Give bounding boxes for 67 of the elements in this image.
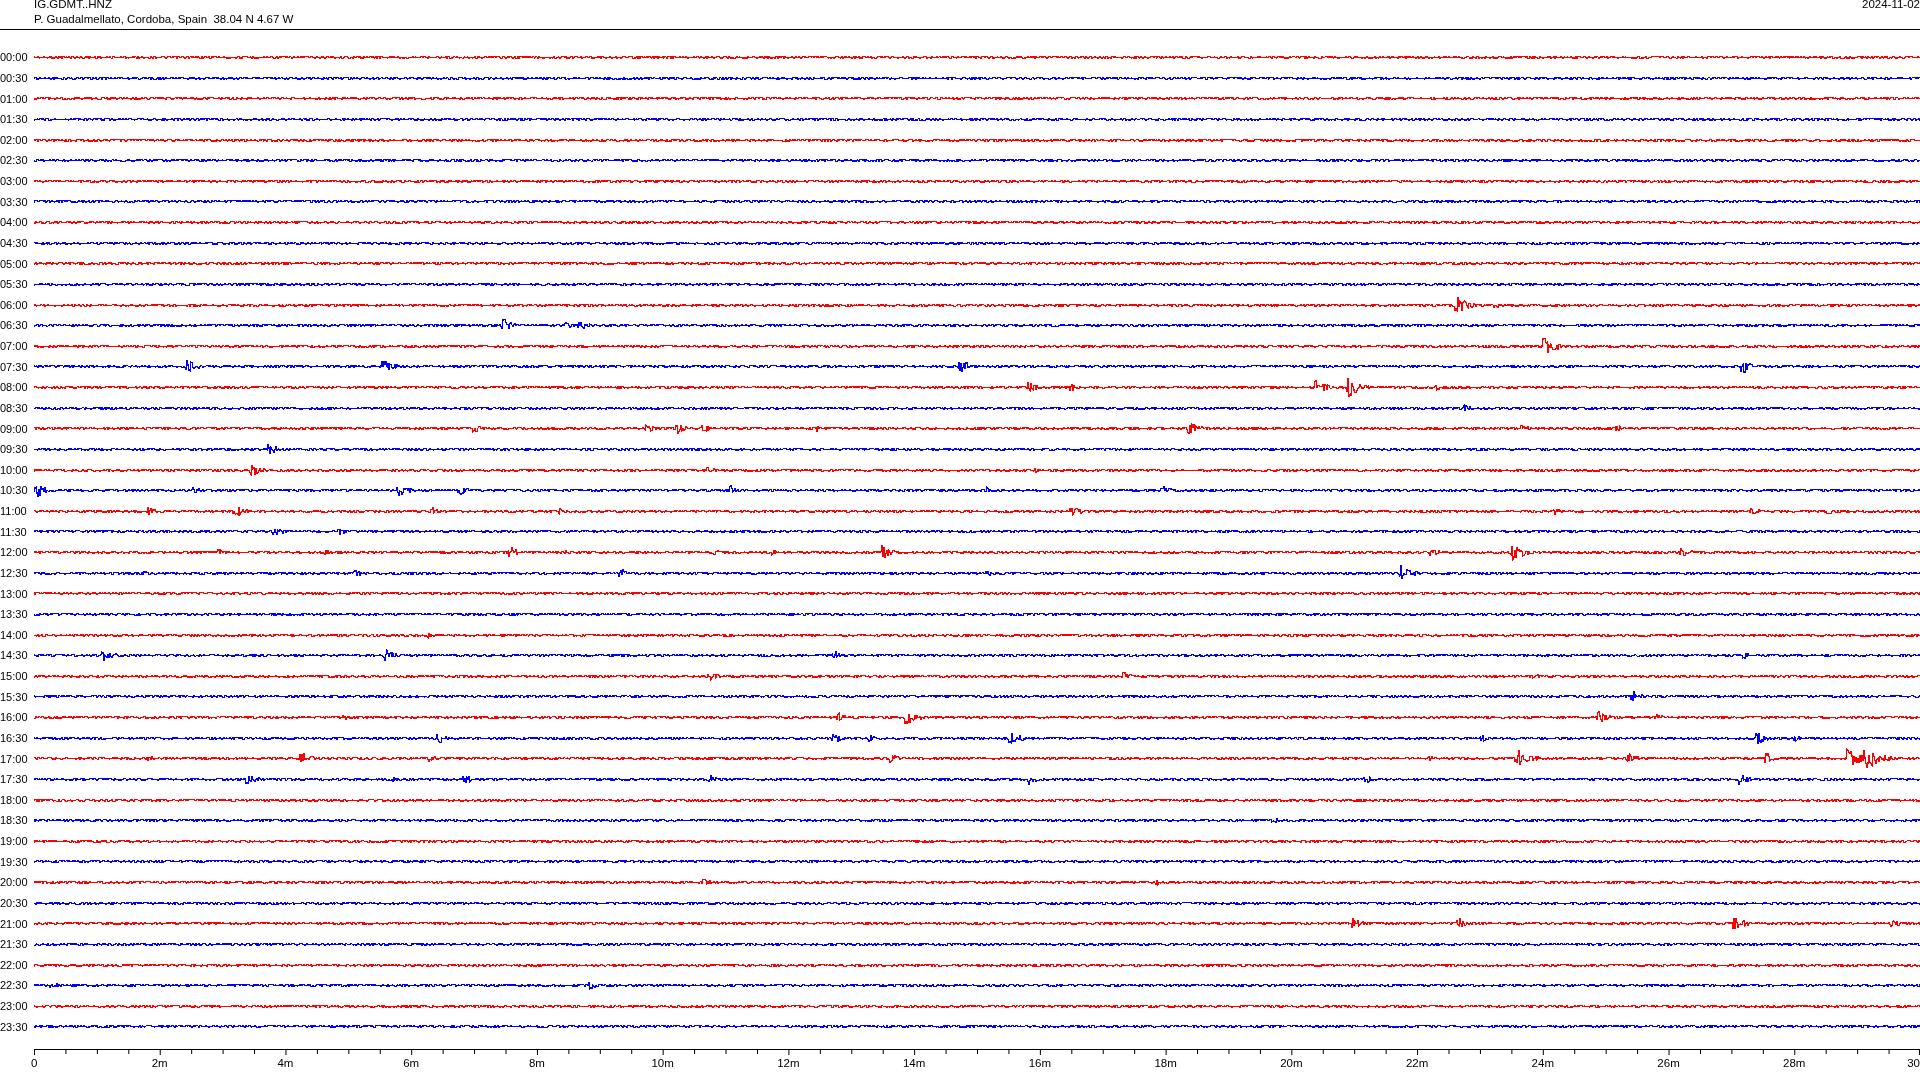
hour-label: 12:00 <box>0 546 29 559</box>
station-location: P. Guadalmellato, Cordoba, Spain 38.04 N 4.67 W <box>34 13 294 26</box>
axis-label: 26m <box>1657 1057 1680 1070</box>
hour-label: 10:30 <box>0 484 29 497</box>
axis-label: 28m <box>1783 1057 1806 1070</box>
hour-label: 23:00 <box>0 1000 29 1013</box>
hour-label: 19:30 <box>0 855 29 868</box>
axis-label: 30 <box>1907 1057 1920 1070</box>
hour-label: 06:30 <box>0 319 29 332</box>
axis-label: 18m <box>1154 1057 1177 1070</box>
hour-label: 16:00 <box>0 711 29 724</box>
hour-label: 17:30 <box>0 773 29 786</box>
axis-label: 2m <box>151 1057 168 1070</box>
hour-label: 14:30 <box>0 649 29 662</box>
axis-label: 6m <box>403 1057 420 1070</box>
hour-label: 07:00 <box>0 340 29 353</box>
hour-label: 17:00 <box>0 752 29 765</box>
hour-label: 18:00 <box>0 793 29 806</box>
hour-label: 08:30 <box>0 401 29 414</box>
hour-label: 21:00 <box>0 917 29 930</box>
hour-label: 21:30 <box>0 938 29 951</box>
axis-label: 14m <box>902 1057 926 1070</box>
hour-label: 23:30 <box>0 1020 29 1033</box>
axis-label: 10m <box>651 1057 674 1070</box>
hour-label: 07:30 <box>0 360 29 373</box>
station-code: IG.GDMT..HNZ <box>34 0 112 11</box>
hour-label: 06:00 <box>0 298 29 311</box>
hour-label: 05:30 <box>0 278 29 291</box>
hour-label: 15:30 <box>0 690 29 703</box>
hour-label: 16:30 <box>0 731 29 744</box>
hour-label: 19:00 <box>0 835 29 848</box>
hour-label: 09:00 <box>0 422 29 435</box>
axis-label: 0 <box>31 1057 38 1070</box>
hour-label: 00:00 <box>0 51 29 64</box>
date-label: 2024-11-02 <box>1862 0 1920 11</box>
hour-label: 13:30 <box>0 608 29 621</box>
hour-label: 00:30 <box>0 71 29 84</box>
hour-label: 12:30 <box>0 566 29 579</box>
hour-label: 04:30 <box>0 236 29 249</box>
hour-label: 03:00 <box>0 175 29 188</box>
hour-label: 22:00 <box>0 958 29 971</box>
hour-label: 01:30 <box>0 113 29 126</box>
hour-label: 13:00 <box>0 587 29 600</box>
axis-label: 8m <box>528 1057 545 1070</box>
hour-label: 20:00 <box>0 876 29 889</box>
axis-label: 20m <box>1280 1057 1303 1070</box>
hour-label: 14:00 <box>0 628 29 641</box>
hour-label: 08:00 <box>0 381 29 394</box>
hour-label: 09:30 <box>0 443 29 456</box>
hour-label: 10:00 <box>0 463 29 476</box>
axis-label: 22m <box>1405 1057 1429 1070</box>
hour-label: 18:30 <box>0 814 29 827</box>
axis-label: 12m <box>777 1057 800 1070</box>
hour-label: 11:00 <box>0 505 28 518</box>
hour-label: 22:30 <box>0 979 29 992</box>
hour-label: 01:00 <box>0 92 29 105</box>
axis-label: 4m <box>277 1057 294 1070</box>
hour-label: 02:30 <box>0 154 29 167</box>
hour-label: 03:30 <box>0 195 29 208</box>
hour-label: 20:30 <box>0 896 29 909</box>
hour-label: 05:00 <box>0 257 29 270</box>
hour-label: 04:00 <box>0 216 29 229</box>
hour-label: 15:00 <box>0 670 29 683</box>
hour-label: 02:00 <box>0 133 29 146</box>
hour-label: 11:30 <box>0 525 28 538</box>
axis-label: 16m <box>1028 1057 1052 1070</box>
axis-label: 24m <box>1531 1057 1554 1070</box>
